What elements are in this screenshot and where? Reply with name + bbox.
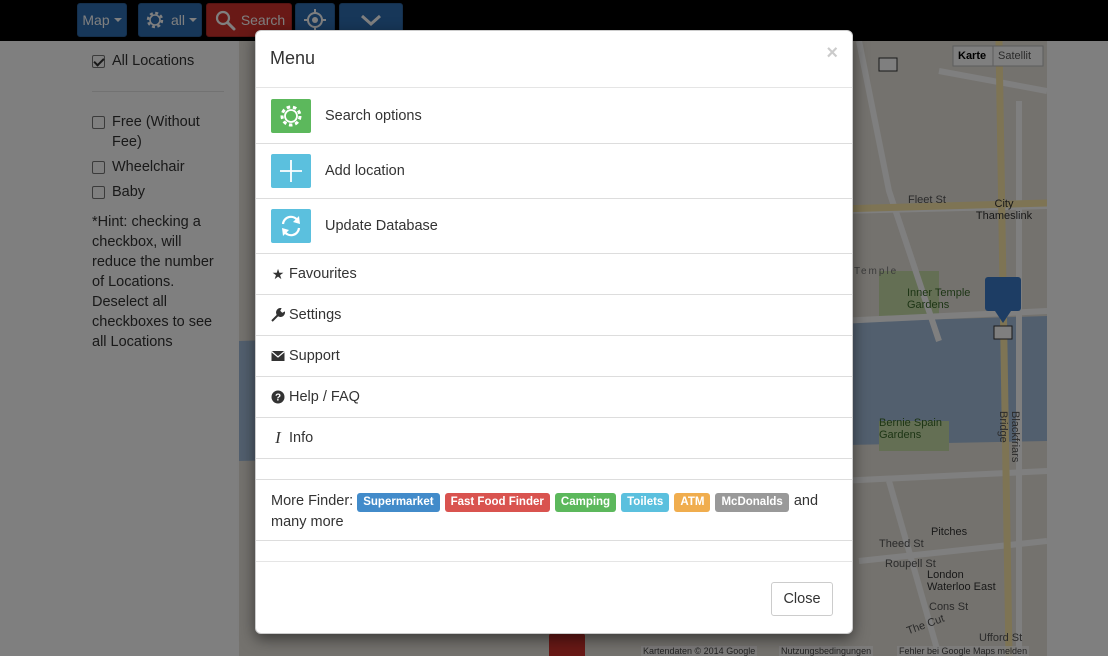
menu-item-label: Info xyxy=(289,430,314,446)
info-icon: I xyxy=(275,428,281,447)
menu-item-support[interactable]: Support xyxy=(256,335,852,376)
refresh-icon xyxy=(271,209,311,243)
finder-link-atm[interactable]: ATM xyxy=(674,493,711,512)
finder-link-supermarket[interactable]: Supermarket xyxy=(357,493,440,512)
menu-item-update-database[interactable]: Update Database xyxy=(256,198,852,253)
menu-item-info[interactable]: I Info xyxy=(256,417,852,458)
menu-item-add-location[interactable]: Add location xyxy=(256,143,852,198)
finder-link-mcdonalds[interactable]: McDonalds xyxy=(715,493,789,512)
menu-item-label: Add location xyxy=(325,163,405,179)
list-end-divider xyxy=(256,458,852,459)
menu-item-search-options[interactable]: Search options xyxy=(256,88,852,143)
envelope-icon xyxy=(271,349,285,363)
plus-icon xyxy=(271,154,311,188)
finder-link-fast-food[interactable]: Fast Food Finder xyxy=(444,493,550,512)
menu-item-help[interactable]: ? Help / FAQ xyxy=(256,376,852,417)
menu-modal: Menu × Search options Add location Updat… xyxy=(255,30,853,634)
wrench-icon xyxy=(271,308,285,322)
menu-item-label: Settings xyxy=(289,307,342,323)
menu-item-label: Favourites xyxy=(289,266,357,282)
modal-footer: Close xyxy=(256,561,852,633)
menu-list: Search options Add location Update Datab… xyxy=(256,88,852,459)
modal-title: Menu xyxy=(270,48,316,68)
menu-item-favourites[interactable]: ★ Favourites xyxy=(256,253,852,294)
finder-link-camping[interactable]: Camping xyxy=(554,493,617,512)
close-icon[interactable]: × xyxy=(826,43,838,63)
menu-item-label: Search options xyxy=(325,107,422,124)
modal-header: Menu × xyxy=(256,31,852,88)
question-icon: ? xyxy=(271,390,285,404)
menu-item-label: Support xyxy=(289,348,340,364)
more-finder-prefix: More Finder: xyxy=(271,493,354,509)
more-finder-panel: More Finder: Supermarket Fast Food Finde… xyxy=(256,479,852,541)
menu-item-label: Update Database xyxy=(325,218,438,234)
svg-text:?: ? xyxy=(275,393,281,404)
finder-link-toilets[interactable]: Toilets xyxy=(621,493,670,512)
menu-item-label: Help / FAQ xyxy=(289,389,360,405)
gear-icon xyxy=(271,98,311,133)
star-icon: ★ xyxy=(271,265,285,282)
close-button[interactable]: Close xyxy=(771,582,833,616)
menu-item-settings[interactable]: Settings xyxy=(256,294,852,335)
